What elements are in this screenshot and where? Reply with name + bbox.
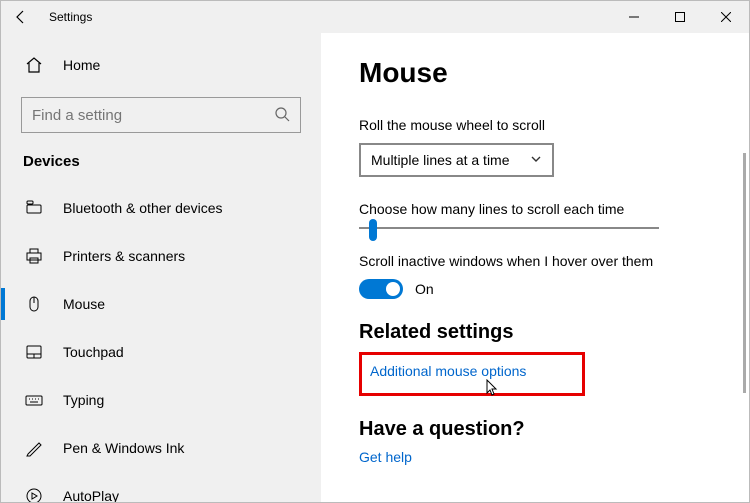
get-help-link[interactable]: Get help xyxy=(359,449,412,465)
pen-icon xyxy=(25,439,43,457)
autoplay-icon xyxy=(25,487,43,502)
toggle-state: On xyxy=(415,281,434,297)
close-button[interactable] xyxy=(703,1,749,33)
dropdown-value: Multiple lines at a time xyxy=(371,152,510,168)
inactive-windows-toggle[interactable] xyxy=(359,279,403,299)
sidebar-item-label: Pen & Windows Ink xyxy=(63,440,184,456)
cursor-icon xyxy=(486,379,500,400)
search-box[interactable] xyxy=(21,97,301,133)
highlight-annotation: Additional mouse options xyxy=(359,352,585,396)
minimize-button[interactable] xyxy=(611,1,657,33)
sidebar-item-autoplay[interactable]: AutoPlay xyxy=(1,472,321,502)
additional-mouse-options-link[interactable]: Additional mouse options xyxy=(370,363,526,379)
sidebar-item-label: Typing xyxy=(63,392,104,408)
sidebar-item-label: Printers & scanners xyxy=(63,248,185,264)
page-title: Mouse xyxy=(359,57,749,89)
window-title: Settings xyxy=(41,10,92,24)
chevron-down-icon xyxy=(530,152,542,168)
home-nav[interactable]: Home xyxy=(1,45,321,85)
roll-wheel-label: Roll the mouse wheel to scroll xyxy=(359,117,749,133)
sidebar: Home Devices Bluetooth & other devices P… xyxy=(1,33,321,502)
roll-wheel-dropdown[interactable]: Multiple lines at a time xyxy=(359,143,554,177)
home-icon xyxy=(25,56,43,74)
titlebar: Settings xyxy=(1,1,749,33)
keyboard-icon xyxy=(25,391,43,409)
maximize-button[interactable] xyxy=(657,1,703,33)
sidebar-item-label: AutoPlay xyxy=(63,488,119,502)
related-settings-heading: Related settings xyxy=(359,321,749,344)
bluetooth-icon xyxy=(25,199,43,217)
category-header: Devices xyxy=(1,149,321,184)
sidebar-item-label: Touchpad xyxy=(63,344,124,360)
search-input[interactable] xyxy=(32,107,264,124)
inactive-windows-label: Scroll inactive windows when I hover ove… xyxy=(359,253,749,269)
main-panel: Mouse Roll the mouse wheel to scroll Mul… xyxy=(321,33,749,502)
back-button[interactable] xyxy=(1,1,41,33)
lines-slider[interactable] xyxy=(359,227,659,229)
sidebar-item-pen[interactable]: Pen & Windows Ink xyxy=(1,424,321,472)
printer-icon xyxy=(25,247,43,265)
sidebar-item-mouse[interactable]: Mouse xyxy=(1,280,321,328)
search-icon xyxy=(274,106,290,125)
home-label: Home xyxy=(63,57,100,73)
lines-scroll-label: Choose how many lines to scroll each tim… xyxy=(359,201,749,217)
sidebar-item-typing[interactable]: Typing xyxy=(1,376,321,424)
sidebar-item-printers[interactable]: Printers & scanners xyxy=(1,232,321,280)
sidebar-item-bluetooth[interactable]: Bluetooth & other devices xyxy=(1,184,321,232)
slider-thumb[interactable] xyxy=(369,219,377,241)
touchpad-icon xyxy=(25,343,43,361)
sidebar-item-label: Mouse xyxy=(63,296,105,312)
scrollbar[interactable] xyxy=(743,153,746,393)
sidebar-item-label: Bluetooth & other devices xyxy=(63,200,223,216)
window-controls xyxy=(611,1,749,33)
mouse-icon xyxy=(25,295,43,313)
sidebar-item-touchpad[interactable]: Touchpad xyxy=(1,328,321,376)
have-question-heading: Have a question? xyxy=(359,418,749,441)
